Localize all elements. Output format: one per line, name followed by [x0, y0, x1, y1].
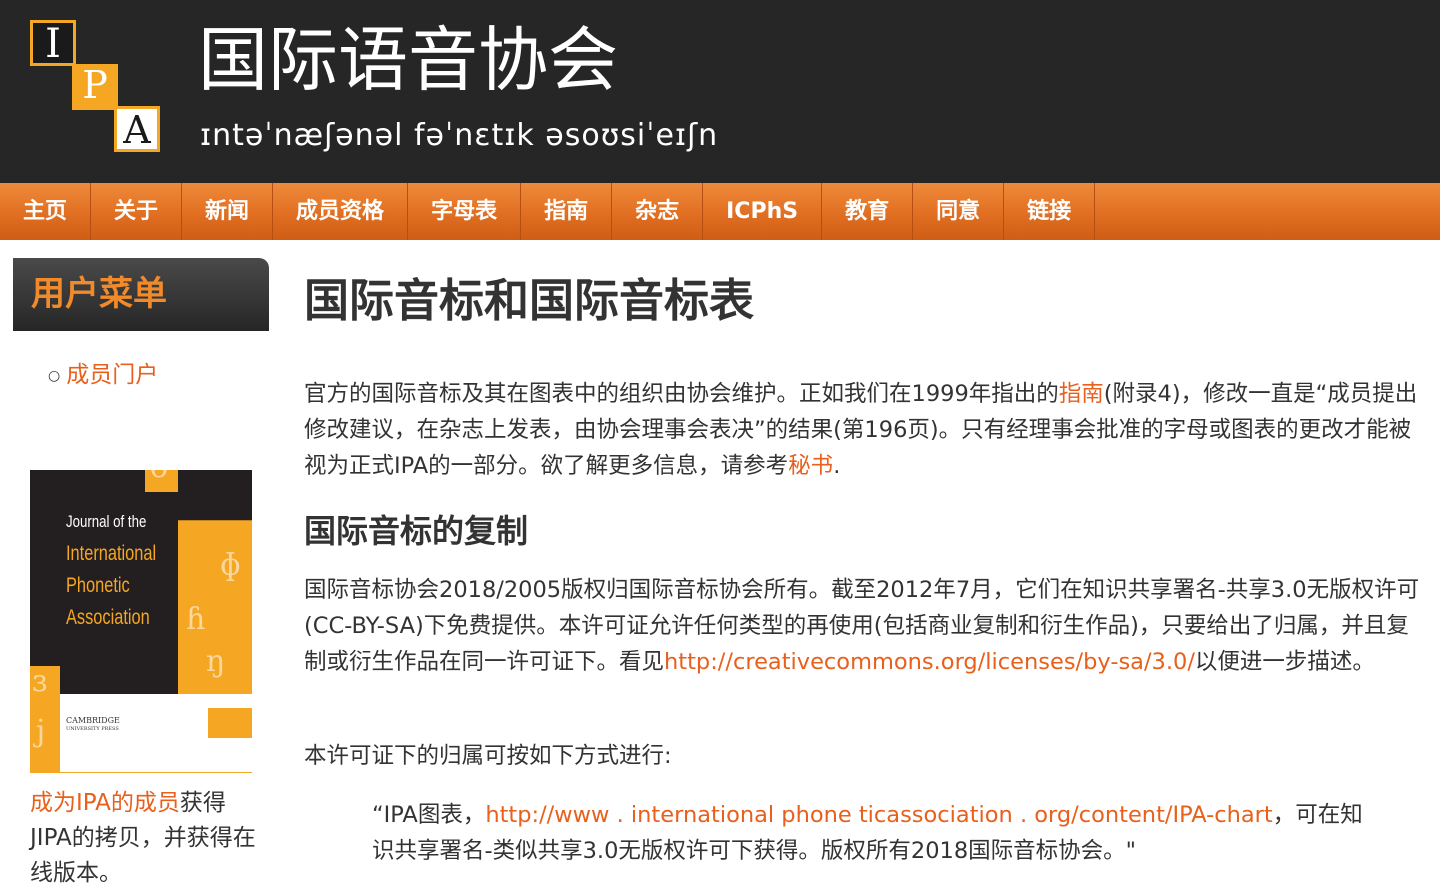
cover-top-strip [30, 458, 252, 470]
license-paragraph: 国际音标协会2018/2005版权归国际音标协会所有。截至2012年7月，它们在… [304, 572, 1426, 680]
site-header: I P A 国际语音协会 ɪntəˈnæʃənəl fəˈnɛtɪk əsoʊs… [0, 0, 1440, 183]
main-navigation: 主页 关于 新闻 成员资格 字母表 指南 杂志 ICPhS 教育 同意 链接 [0, 183, 1440, 240]
membership-blurb: 成为IPA的成员获得JIPA的拷贝，并获得在线版本。 [30, 786, 260, 891]
logo-letter-p[interactable]: P [72, 64, 118, 110]
logo-letter-a[interactable]: A [114, 106, 160, 152]
user-menu-header: 用户菜单 [13, 258, 269, 331]
site-title[interactable]: 国际语音协会 [198, 16, 618, 104]
cover-journal-line1: Journal of the [66, 512, 147, 531]
intro-text-3: . [833, 453, 841, 479]
license-text-2: 以便进一步描述。 [1194, 649, 1375, 675]
bullet-icon: ○ [48, 367, 61, 384]
become-member-link[interactable]: 成为IPA的成员 [30, 790, 180, 816]
cover-publisher-line1: CAMBRIDGE [66, 716, 120, 725]
intro-text-1: 官方的国际音标及其在图表中的组织由协会维护。正如我们在1999年指出的 [304, 381, 1059, 407]
cover-symbol-eth: ð [150, 458, 169, 485]
attribution-quote: “IPA图表，http://www . international phone … [372, 797, 1382, 869]
guide-link[interactable]: 指南 [1059, 381, 1104, 407]
nav-item-membership[interactable]: 成员资格 [273, 183, 409, 240]
cover-symbol-j: j [36, 714, 46, 749]
user-menu-title: 用户菜单 [31, 274, 167, 314]
nav-item-home[interactable]: 主页 [0, 183, 92, 240]
logo-letter-i[interactable]: I [30, 20, 76, 66]
site-subtitle-phonetic: ɪntəˈnæʃənəl fəˈnɛtɪk əsoʊsiˈeɪʃn [200, 118, 719, 153]
journal-cover-image[interactable]: ð ɸ ɦ ŋ ɜ j ɳ Journal of the Internation… [30, 458, 252, 773]
nav-item-alphabet[interactable]: 字母表 [408, 183, 522, 240]
nav-item-about[interactable]: 关于 [91, 183, 183, 240]
section-heading-reproduction: 国际音标的复制 [304, 512, 529, 550]
cover-symbol-phi: ɸ [220, 548, 241, 583]
cover-symbol-n-retroflex: ɳ [150, 730, 171, 765]
nav-item-links[interactable]: 链接 [1004, 183, 1096, 240]
cover-symbol-epsilon: ɜ [32, 664, 48, 699]
quote-text-1: “IPA图表， [372, 802, 486, 828]
member-portal-link[interactable]: ○ 成员门户 [48, 358, 158, 393]
cover-journal-line4: Association [66, 606, 150, 629]
cover-right-accent [208, 708, 252, 738]
cover-header-bar-right [178, 470, 252, 492]
nav-item-education[interactable]: 教育 [822, 183, 914, 240]
member-portal-label[interactable]: 成员门户 [66, 362, 158, 388]
intro-paragraph: 官方的国际音标及其在图表中的组织由协会维护。正如我们在1999年指出的指南(附录… [304, 376, 1426, 484]
cover-journal-title: Journal of the International Phonetic As… [66, 506, 167, 634]
cover-journal-line2: International [66, 542, 157, 565]
nav-item-consent[interactable]: 同意 [913, 183, 1005, 240]
cover-symbol-eng: ŋ [206, 644, 226, 679]
creative-commons-link[interactable]: http://creativecommons.org/licenses/by-s… [664, 649, 1195, 675]
cover-journal-line3: Phonetic [66, 574, 130, 597]
attribution-intro: 本许可证下的归属可按如下方式进行: [304, 743, 672, 769]
page-title: 国际音标和国际音标表 [304, 274, 755, 327]
nav-item-guide[interactable]: 指南 [521, 183, 613, 240]
nav-item-journal[interactable]: 杂志 [612, 183, 704, 240]
cover-header-bar [30, 470, 145, 492]
cover-symbol-h-hook: ɦ [186, 602, 206, 637]
cover-publisher-line2: UNIVERSITY PRESS [66, 726, 119, 732]
nav-item-icphs[interactable]: ICPhS [703, 183, 823, 240]
cover-publisher-logo: CAMBRIDGE UNIVERSITY PRESS [66, 716, 120, 734]
secretary-link[interactable]: 秘书 [788, 453, 833, 479]
ipa-chart-link[interactable]: http://www . international phone ticasso… [485, 802, 1272, 828]
nav-item-news[interactable]: 新闻 [182, 183, 274, 240]
